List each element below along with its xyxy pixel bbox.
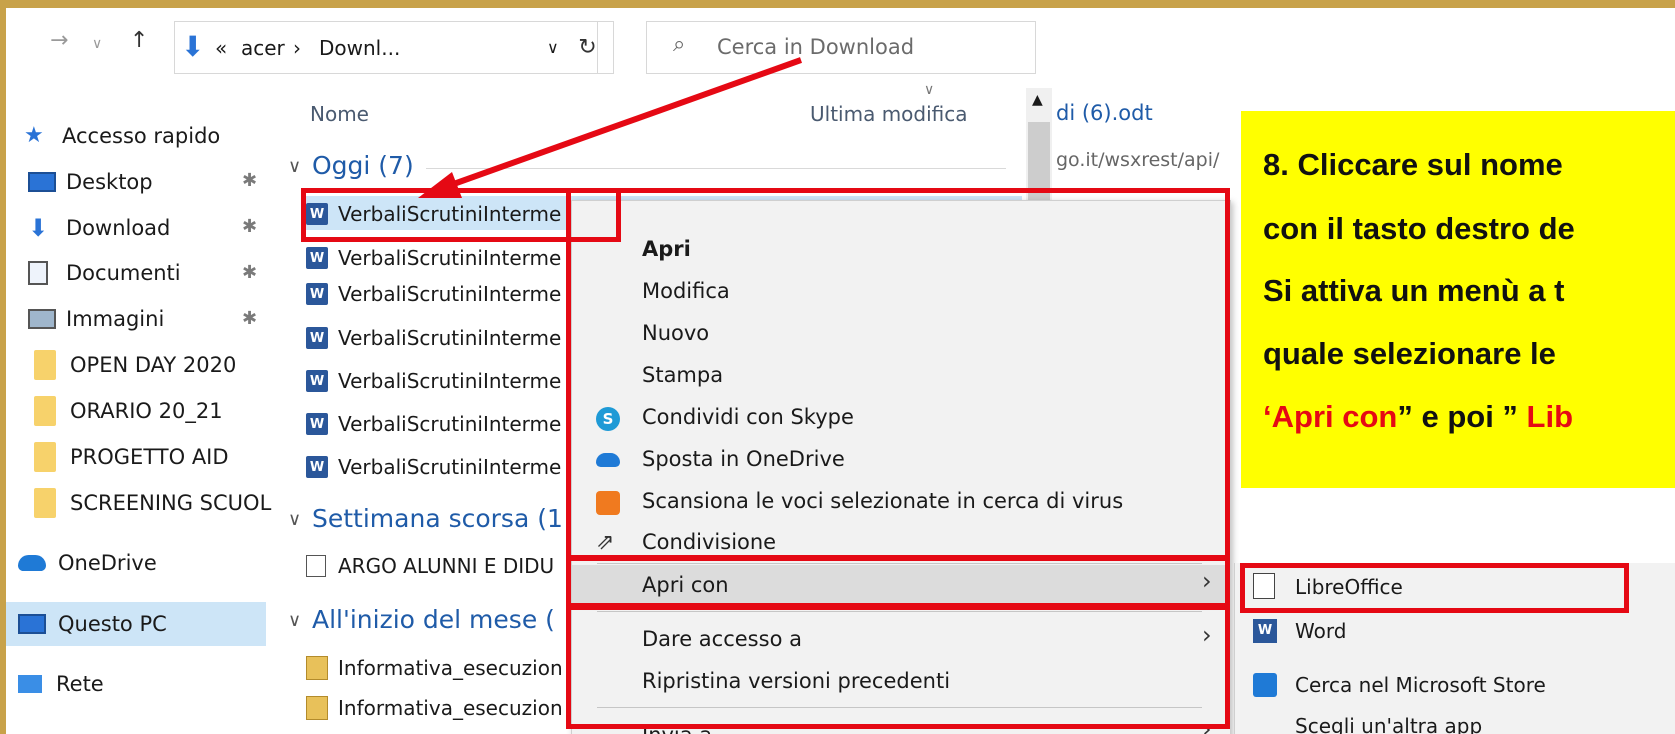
- arrow-head: [418, 172, 462, 198]
- pointer-arrow: [418, 57, 803, 198]
- arrow-line: [446, 57, 803, 189]
- file-explorer-window: → ∨ ↑ ⬇ « acer › Downl... ∨ ↻ ⌕ Cerca in…: [6, 8, 1675, 734]
